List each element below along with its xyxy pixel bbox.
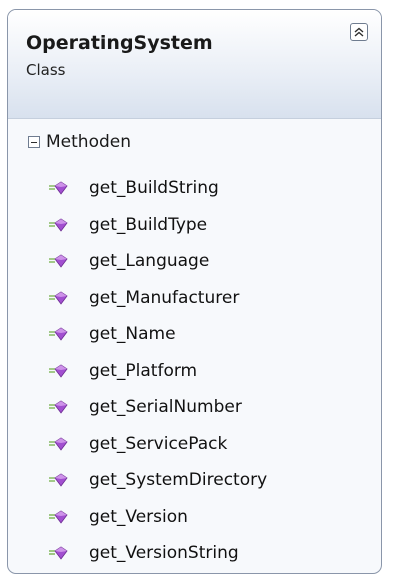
method-item[interactable]: get_ServicePack (8, 426, 381, 463)
method-icon (49, 473, 68, 487)
class-header: OperatingSystem Class (8, 10, 381, 119)
method-label: get_Version (89, 506, 188, 527)
method-item[interactable]: get_Name (8, 316, 381, 353)
methods-compartment-header[interactable]: Methoden (28, 127, 131, 157)
compartment-label: Methoden (46, 132, 131, 152)
class-shape[interactable]: OperatingSystem Class Methoden get_Build… (7, 9, 382, 574)
method-label: get_SerialNumber (89, 397, 242, 418)
method-icon (49, 364, 68, 378)
method-item[interactable]: get_Version (8, 499, 381, 536)
method-label: get_SystemDirectory (89, 470, 268, 491)
method-item[interactable]: get_SerialNumber (8, 389, 381, 426)
method-icon (49, 218, 68, 232)
method-item[interactable]: get_BuildType (8, 207, 381, 244)
method-item[interactable]: get_BuildString (8, 170, 381, 207)
method-item[interactable]: get_SystemDirectory (8, 462, 381, 499)
method-icon (49, 437, 68, 451)
double-chevron-up-icon (354, 27, 364, 37)
method-icon (49, 254, 68, 268)
method-icon (49, 327, 68, 341)
method-label: get_Language (89, 251, 210, 272)
method-label: get_ServicePack (89, 433, 228, 454)
method-item[interactable]: get_VersionString (8, 535, 381, 572)
collapse-toggle-icon[interactable] (28, 136, 40, 148)
method-icon (49, 546, 68, 560)
class-stereotype: Class (26, 61, 66, 79)
class-name: OperatingSystem (26, 32, 213, 54)
method-label: get_Name (89, 324, 176, 345)
method-label: get_Manufacturer (89, 287, 240, 308)
method-list: get_BuildString get_BuildType get_Language… (8, 170, 381, 572)
method-item[interactable]: get_Language (8, 243, 381, 280)
method-icon (49, 291, 68, 305)
method-icon (49, 400, 68, 414)
method-item[interactable]: get_Platform (8, 353, 381, 390)
collapse-button[interactable] (350, 23, 368, 41)
method-label: get_BuildString (89, 178, 219, 199)
method-item[interactable]: get_Manufacturer (8, 280, 381, 317)
method-label: get_Platform (89, 360, 198, 381)
method-label: get_BuildType (89, 214, 208, 235)
method-icon (49, 510, 68, 524)
method-label: get_VersionString (89, 543, 239, 564)
method-icon (49, 181, 68, 195)
